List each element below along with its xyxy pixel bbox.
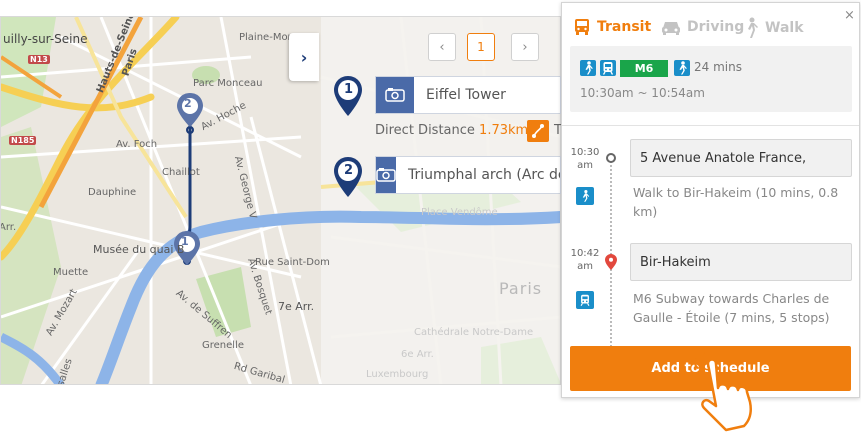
tab-label: Transit (597, 19, 652, 35)
map-label: Parc Monceau (193, 78, 263, 89)
camera-icon (376, 77, 414, 113)
tab-walk[interactable]: Walk (742, 17, 804, 39)
tab-transit[interactable]: Transit (572, 17, 651, 37)
distance-label: Direct Distance (375, 123, 475, 138)
map-label: Dauphine (88, 187, 137, 198)
map-marker-label: 1 (181, 235, 189, 248)
route-icon[interactable] (527, 120, 549, 142)
next-page-button[interactable]: › (511, 33, 539, 61)
place-pin-number: 1 (344, 82, 354, 97)
walk-icon (576, 187, 594, 205)
stop-origin[interactable]: 5 Avenue Anatole France, (630, 139, 852, 177)
directions-panel: Transit Driving Walk × M6 24 mins 10:30a… (561, 2, 860, 398)
stop-bir-hakeim[interactable]: Bir-Hakeim (630, 243, 852, 281)
chevron-left-icon: ‹ (439, 39, 445, 55)
place-name: Eiffel Tower (426, 87, 506, 103)
chevron-right-icon: › (300, 47, 308, 67)
map-view[interactable]: Plaine-Monceau uilly-sur-Seine Parc Monc… (0, 16, 561, 385)
map-label: Chaillot (162, 167, 200, 178)
tab-label: Walk (765, 20, 804, 36)
map-label: Cathédrale Notre-Dame (414, 327, 534, 338)
road-sign: N13 (28, 55, 50, 64)
pointer-hand-icon (693, 352, 752, 432)
place-name: Triumphal arch (Arc de (408, 167, 561, 183)
map-label: Rue Saint-Dom (255, 257, 330, 268)
step-time-ampm: am (577, 160, 593, 171)
car-icon (662, 22, 680, 35)
route-duration: 24 mins (694, 60, 742, 74)
camera-icon (376, 157, 396, 193)
map-label: Av. Foch (116, 139, 158, 150)
distance-value: 1.73km (479, 123, 529, 138)
subway-icon (600, 60, 616, 76)
step-time-hour: 10:30 (570, 147, 600, 158)
tab-label: Driving (687, 19, 745, 35)
step-detail: M6 Subway towards Charles de Gaulle - Ét… (633, 291, 830, 325)
map-marker-label: 2 (184, 97, 192, 110)
step-time-hour: 10:42 (570, 248, 600, 259)
chevron-right-icon: › (522, 39, 528, 55)
route-time-range: 10:30am ~ 10:54am (580, 86, 705, 100)
place-pin-number: 2 (344, 163, 354, 178)
step-time-ampm: am (577, 261, 593, 272)
map-label: Paris (499, 279, 543, 298)
map-label: Muette (53, 267, 89, 278)
step-detail: Walk to Bir-Hakeim (10 mins, 0.8 km) (633, 185, 839, 219)
map-label: Place Vendôme (421, 207, 498, 218)
walk-icon (580, 60, 596, 76)
current-page[interactable]: 1 (467, 33, 495, 61)
bus-icon (575, 19, 589, 35)
location-pin-icon (605, 254, 617, 270)
map-label: Luxembourg (366, 369, 429, 380)
prev-page-button[interactable]: ‹ (428, 33, 456, 61)
map-label: 6e Arr. (401, 349, 434, 360)
line-badge: M6 (620, 60, 668, 77)
map-label: uilly-sur-Seine (3, 32, 88, 46)
walk-icon (674, 60, 690, 76)
walk-icon (748, 17, 758, 38)
origin-marker (606, 153, 616, 163)
road-sign: N185 (9, 136, 37, 145)
collapse-toggle-button[interactable]: › (289, 33, 319, 81)
step-time: 10:30 am (568, 146, 602, 172)
step-time: 10:42 am (568, 247, 602, 273)
divider (562, 125, 859, 126)
direct-distance: Direct Distance 1.73km (375, 123, 528, 138)
subway-icon (576, 291, 594, 309)
close-icon[interactable]: × (844, 8, 855, 23)
map-label: Musée du quai B (93, 243, 185, 256)
tab-driving[interactable]: Driving (660, 17, 744, 37)
place-card-2[interactable]: Triumphal arch (Arc de (375, 156, 561, 194)
map-label: 7e Arr. (278, 300, 315, 313)
map-label: Grenelle (202, 340, 244, 351)
map-label: Arr. (0, 222, 17, 233)
route-summary[interactable]: M6 24 mins 10:30am ~ 10:54am (570, 46, 852, 112)
place-card-1[interactable]: Eiffel Tower (375, 76, 561, 114)
